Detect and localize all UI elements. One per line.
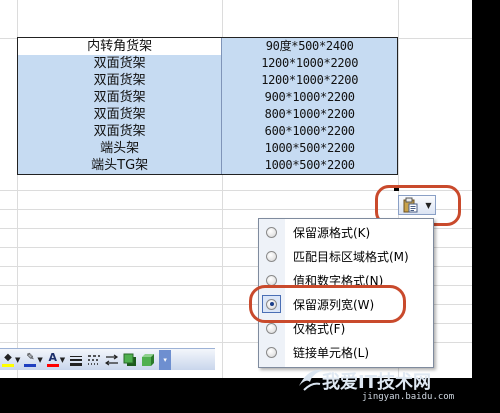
table-row[interactable]: 双面货架 1200*1000*2200 — [18, 72, 397, 89]
cell-name[interactable]: 双面货架 — [18, 89, 223, 106]
line-color-swatch — [24, 363, 37, 367]
font-color-button[interactable]: A ▼ — [46, 351, 66, 369]
dash-style-icon — [88, 354, 101, 365]
cell-name[interactable]: 双面货架 — [18, 123, 223, 140]
pasted-range[interactable]: 内转角货架 90度*500*2400 双面货架 1200*1000*2200 双… — [17, 37, 398, 175]
chevron-down-icon: ▼ — [59, 355, 66, 364]
arrow-style-icon — [105, 354, 119, 365]
cell-size[interactable]: 90度*500*2400 — [222, 38, 397, 55]
arrow-style-button[interactable] — [105, 351, 119, 369]
cell-size[interactable]: 1000*500*2200 — [222, 140, 397, 157]
cell-name[interactable]: 端头架 — [18, 140, 223, 157]
cell-size[interactable]: 800*1000*2200 — [222, 106, 397, 123]
table-row[interactable]: 双面货架 900*1000*2200 — [18, 89, 397, 106]
radio-icon — [266, 322, 277, 334]
table-row[interactable]: 内转角货架 90度*500*2400 — [18, 38, 397, 55]
chevron-down-icon: ▼ — [15, 355, 21, 364]
drawing-toolbar: ◆ ▼ ✎ ▼ A ▼ ▾ — [0, 348, 215, 370]
menu-item-label: 保留源格式(K) — [293, 225, 371, 240]
radio-icon — [266, 346, 277, 358]
table-row[interactable]: 端头架 1000*500*2200 — [18, 140, 397, 157]
fill-color-button[interactable]: ◆ ▼ — [2, 351, 20, 369]
shadow-style-button[interactable] — [123, 351, 137, 369]
cell-name[interactable]: 双面货架 — [18, 55, 223, 72]
cell-size[interactable]: 600*1000*2200 — [222, 123, 397, 140]
radio-icon — [266, 274, 277, 286]
cell-name[interactable]: 双面货架 — [18, 72, 223, 89]
line-style-button[interactable] — [69, 351, 83, 369]
line-style-icon — [70, 355, 83, 366]
fill-color-swatch — [2, 363, 14, 367]
watermark-text: 我爱IT技术网 — [322, 372, 431, 393]
menu-item-keep-source-format[interactable]: 保留源格式(K) — [259, 220, 435, 244]
cell-size[interactable]: 1200*1000*2200 — [222, 55, 397, 72]
cell-name[interactable]: 双面货架 — [18, 106, 223, 123]
cell-name[interactable]: 端头TG架 — [18, 157, 223, 174]
line-color-button[interactable]: ✎ ▼ — [24, 351, 43, 369]
cell-size[interactable]: 1000*500*2200 — [222, 157, 397, 174]
cell-size[interactable]: 900*1000*2200 — [222, 89, 397, 106]
watermark-url: jingyan.baidu.com — [362, 392, 455, 402]
font-color-icon: A — [48, 351, 58, 364]
font-color-swatch — [46, 364, 59, 367]
cell-name[interactable]: 内转角货架 — [18, 38, 223, 55]
radio-icon — [266, 226, 277, 238]
toolbar-options-button[interactable]: ▾ — [159, 349, 172, 370]
table-row[interactable]: 端头TG架 1000*500*2200 — [18, 157, 397, 174]
paint-bucket-icon: ◆ — [4, 351, 12, 363]
highlight-ring — [249, 285, 406, 323]
menu-item-match-destination-format[interactable]: 匹配目标区域格式(M) — [259, 244, 435, 268]
menu-item-label: 匹配目标区域格式(M) — [293, 249, 409, 264]
3d-style-button[interactable] — [141, 351, 155, 369]
pen-icon: ✎ — [26, 351, 35, 363]
menu-item-label: 链接单元格(L) — [293, 345, 370, 360]
radio-icon — [266, 250, 277, 262]
table-row[interactable]: 双面货架 800*1000*2200 — [18, 106, 397, 123]
chevron-down-icon: ▼ — [37, 355, 43, 364]
dash-style-button[interactable] — [87, 351, 101, 369]
table-row[interactable]: 双面货架 1200*1000*2200 — [18, 55, 397, 72]
menu-item-link-cells[interactable]: 链接单元格(L) — [259, 340, 435, 364]
shadow-icon — [123, 353, 137, 366]
3d-cube-icon — [142, 353, 155, 366]
spreadsheet-window: 内转角货架 90度*500*2400 双面货架 1200*1000*2200 双… — [0, 0, 472, 378]
cell-size[interactable]: 1200*1000*2200 — [222, 72, 397, 89]
table-row[interactable]: 双面货架 600*1000*2200 — [18, 123, 397, 140]
